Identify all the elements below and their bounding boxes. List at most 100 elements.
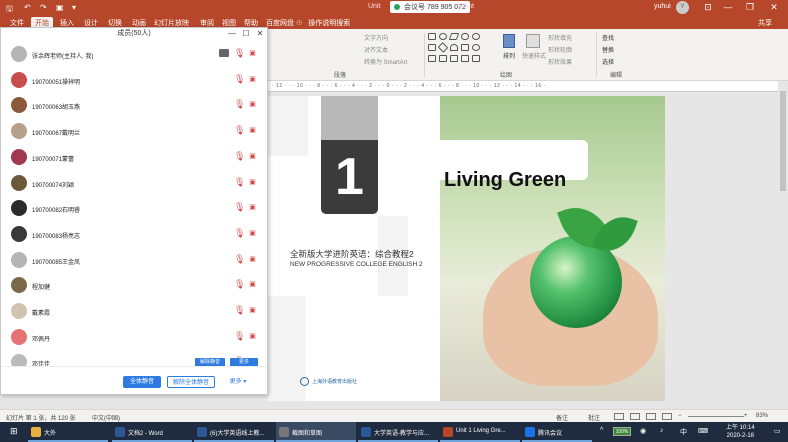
customize-icon[interactable]: ▾ xyxy=(72,3,76,12)
member-row[interactable]: 邓佩丹 🎙 ▣ xyxy=(1,325,267,351)
account-name[interactable]: yuhui xyxy=(654,3,671,10)
member-row[interactable]: 戴素霞 🎙 ▣ xyxy=(1,299,267,325)
subtitle-english[interactable]: NEW PROGRESSIVE COLLEGE ENGLISH 2 xyxy=(290,261,423,268)
zoom-slider[interactable] xyxy=(688,416,744,417)
zoom-in-button[interactable]: + xyxy=(744,413,748,419)
slide[interactable]: 1 Living Green 全新版大学进阶英语：综合教程2 NEW PROGR… xyxy=(268,96,665,402)
unmute-all-button[interactable]: 解除全体静音 xyxy=(167,376,215,388)
camera-off-icon[interactable]: ▣ xyxy=(247,203,258,212)
star-icon[interactable] xyxy=(450,55,458,62)
align-text-button[interactable]: 对齐文本 xyxy=(364,45,388,54)
shape-effects-button[interactable]: 形状效果 xyxy=(548,57,572,66)
panel-close-button[interactable]: ✕ xyxy=(255,28,265,40)
mic-muted-icon[interactable]: 🎙 xyxy=(234,48,245,59)
taskbar-item-snip[interactable]: 截图和草图 xyxy=(276,422,356,442)
camera-off-icon[interactable]: ▣ xyxy=(247,229,258,238)
ime-indicator[interactable]: 中 xyxy=(680,427,687,437)
shape-outline-button[interactable]: 形状轮廓 xyxy=(548,45,572,54)
taskbar-item-tencent-meeting[interactable]: 腾讯会议 xyxy=(522,422,592,442)
camera-off-icon[interactable]: ▣ xyxy=(247,75,258,84)
mic-muted-icon[interactable]: 🎙 xyxy=(234,151,245,162)
start-button[interactable]: ⊞ xyxy=(2,420,18,440)
block-arrow-icon[interactable] xyxy=(461,44,469,51)
camera-off-icon[interactable]: ▣ xyxy=(247,100,258,109)
camera-off-icon[interactable]: ▣ xyxy=(247,49,258,58)
vertical-scrollbar[interactable] xyxy=(778,81,788,401)
tray-expand-icon[interactable]: ^ xyxy=(600,427,603,434)
mic-muted-icon[interactable]: 🎙 xyxy=(234,279,245,290)
callout-icon[interactable] xyxy=(472,55,480,62)
reading-view-icon[interactable] xyxy=(646,413,656,420)
undo-icon[interactable]: ↶ xyxy=(24,3,31,12)
brace-icon[interactable] xyxy=(461,55,469,62)
camera-off-icon[interactable]: ▣ xyxy=(247,280,258,289)
member-row[interactable]: 张余辉老师(主持人, 我) 🎙 ▣ xyxy=(1,42,267,68)
find-button[interactable]: 查找 xyxy=(602,33,614,42)
taskbar-item-powerpoint[interactable]: Unit 1 Living Gre... xyxy=(440,422,520,442)
arrange-icon[interactable] xyxy=(503,34,515,48)
rectangle-icon[interactable] xyxy=(428,33,436,40)
camera-off-icon[interactable]: ▣ xyxy=(247,178,258,187)
sorter-view-icon[interactable] xyxy=(630,413,640,420)
zoom-out-button[interactable]: − xyxy=(678,413,682,419)
line-shape-icon[interactable] xyxy=(428,55,436,62)
taskbar-item-word-2[interactable]: 大学英语-教学与应... xyxy=(358,422,438,442)
mic-muted-icon[interactable]: 🎙 xyxy=(234,228,245,239)
notes-button[interactable]: 备注 xyxy=(556,413,568,422)
mic-muted-icon[interactable]: 🎙 xyxy=(234,202,245,213)
volume-icon[interactable]: ♪ xyxy=(660,427,664,434)
restore-button[interactable]: ❐ xyxy=(744,2,756,13)
arc-icon[interactable] xyxy=(450,44,458,51)
member-row[interactable]: 190700082石明睿 🎙 ▣ xyxy=(1,196,267,222)
mute-all-button[interactable]: 全体静音 xyxy=(123,376,161,388)
comments-button[interactable]: 批注 xyxy=(588,413,600,422)
keyboard-icon[interactable]: ⌨ xyxy=(698,427,708,435)
select-button[interactable]: 选择 xyxy=(602,57,614,66)
taskbar-item-browser[interactable]: (6)大学英语线上教... xyxy=(194,422,274,442)
replace-button[interactable]: 替换 xyxy=(602,45,614,54)
mic-muted-icon[interactable]: 🎙 xyxy=(234,125,245,136)
share-button[interactable]: 共享 xyxy=(758,18,772,28)
smartart-button[interactable]: 转换为 SmartArt xyxy=(364,57,407,66)
notes-splitter[interactable] xyxy=(0,401,788,409)
member-row[interactable]: 190700063胡玉燕 🎙 ▣ xyxy=(1,93,267,119)
member-row[interactable]: 190700071蒙蕾 🎙 ▣ xyxy=(1,145,267,171)
tell-me-search[interactable]: 操作说明搜索 xyxy=(296,18,350,28)
normal-view-icon[interactable] xyxy=(614,413,624,420)
scrollbar-thumb[interactable] xyxy=(780,91,786,191)
ribbon-display-icon[interactable]: ⊡ xyxy=(702,2,714,13)
shapes-gallery[interactable] xyxy=(428,33,490,65)
redo-icon[interactable]: ↷ xyxy=(40,3,47,12)
text-direction-button[interactable]: 文字方向 xyxy=(364,33,388,42)
parallelogram-icon[interactable] xyxy=(448,33,460,40)
close-button[interactable]: ✕ xyxy=(768,2,780,13)
slideshow-view-icon[interactable] xyxy=(662,413,672,420)
member-row[interactable]: 190700067戴明兰 🎙 ▣ xyxy=(1,119,267,145)
taskbar-item-word[interactable]: 文档2 - Word xyxy=(112,422,192,442)
minimize-button[interactable]: — xyxy=(722,2,734,12)
curve-shape-icon[interactable] xyxy=(439,55,447,62)
member-list[interactable]: 张余辉老师(主持人, 我) 🎙 ▣ 190700051操祥明 🎙 ▣ 190700063胡玉… xyxy=(1,42,267,366)
member-row[interactable]: 190700051操祥明 🎙 ▣ xyxy=(1,68,267,94)
mic-muted-icon[interactable]: 🎙 xyxy=(234,305,245,316)
rounded-rect-icon[interactable] xyxy=(461,33,469,40)
quick-styles-button[interactable]: 快速样式 xyxy=(522,51,546,60)
diamond-icon[interactable] xyxy=(437,42,449,53)
language-indicator[interactable]: 中文(中国) xyxy=(92,413,120,422)
mic-muted-icon[interactable]: 🎙 xyxy=(234,254,245,265)
quick-styles-icon[interactable] xyxy=(526,34,540,48)
oval-icon[interactable] xyxy=(439,33,447,40)
circle-icon[interactable] xyxy=(472,33,480,40)
camera-off-icon[interactable]: ▣ xyxy=(247,332,258,341)
slide-title[interactable]: Living Green xyxy=(444,168,566,192)
subtitle-chinese[interactable]: 全新版大学进阶英语：综合教程2 xyxy=(290,248,414,260)
avatar[interactable]: Y xyxy=(676,1,689,14)
member-row[interactable]: 程加健 🎙 ▣ xyxy=(1,273,267,299)
slide-canvas[interactable]: 1 Living Green 全新版大学进阶英语：综合教程2 NEW PROGR… xyxy=(268,92,778,402)
mic-muted-icon[interactable]: 🎙 xyxy=(234,99,245,110)
notification-icon[interactable]: ▭ xyxy=(774,427,781,435)
camera-off-icon[interactable]: ▣ xyxy=(247,152,258,161)
more-button[interactable]: 更多 ▾ xyxy=(223,376,253,388)
mic-muted-icon[interactable]: 🎙 xyxy=(234,74,245,85)
smiley-icon[interactable] xyxy=(472,44,480,51)
